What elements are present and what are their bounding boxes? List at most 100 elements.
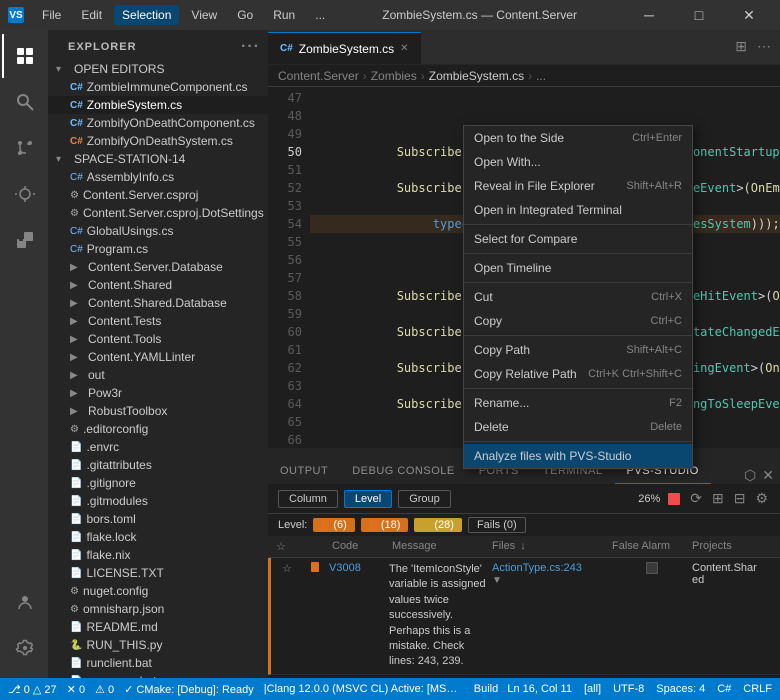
open-editor-zombie-system[interactable]: C# ZombieSystem.cs [48, 96, 268, 114]
breadcrumb-content-server[interactable]: Content.Server [278, 69, 359, 83]
col-files-header[interactable]: Files ↓ [492, 540, 612, 553]
tree-nuget[interactable]: ⚙ nuget.config [48, 582, 268, 600]
ctx-open-timeline[interactable]: Open Timeline [464, 256, 692, 280]
ctx-rename[interactable]: Rename... F2 [464, 391, 692, 415]
menu-edit[interactable]: Edit [73, 5, 110, 25]
pvs-badge-1[interactable]: (6) [313, 518, 354, 532]
ctx-open-terminal[interactable]: Open in Integrated Terminal [464, 198, 692, 222]
ctx-select-compare[interactable]: Select for Compare [464, 227, 692, 251]
breadcrumb-zombies[interactable]: Zombies [371, 69, 417, 83]
split-editor-icon[interactable]: ⊞ [732, 36, 750, 57]
tree-pow3r[interactable]: ▶ Pow3r [48, 384, 268, 402]
status-branch[interactable]: ⎇ 0 △ 27 [8, 683, 57, 696]
more-actions-icon[interactable]: ⋯ [754, 36, 774, 57]
tree-license[interactable]: 📄 LICENSE.TXT [48, 564, 268, 582]
menu-go[interactable]: Go [229, 5, 261, 25]
pvs-settings-icon[interactable]: ⚙ [753, 488, 770, 509]
pvs-action-2[interactable]: ⊞ [710, 488, 726, 509]
breadcrumb-file[interactable]: ZombieSystem.cs [429, 69, 524, 83]
tab-zombie-system[interactable]: C# ZombieSystem.cs ✕ [268, 32, 421, 64]
tree-gitmodules[interactable]: 📄 .gitmodules [48, 492, 268, 510]
tree-run-this[interactable]: 🐍 RUN_THIS.py [48, 636, 268, 654]
tree-flake-nix[interactable]: 📄 flake.nix [48, 546, 268, 564]
pvs-table[interactable]: ☆ Code Message Files ↓ False Alarm Proje… [268, 536, 780, 678]
pvs-group-button[interactable]: Group [398, 490, 451, 508]
menu-view[interactable]: View [183, 5, 225, 25]
status-spaces[interactable]: Spaces: 4 [656, 683, 705, 695]
tree-flake-lock[interactable]: 📄 flake.lock [48, 528, 268, 546]
activity-source-control[interactable] [2, 126, 46, 170]
activity-accounts[interactable] [2, 580, 46, 624]
maximize-button[interactable]: □ [676, 0, 722, 30]
status-all[interactable]: [all] [584, 683, 601, 695]
code-cell[interactable]: V3008 [329, 562, 389, 574]
tree-gitattributes[interactable]: 📄 .gitattributes [48, 456, 268, 474]
menu-selection[interactable]: Selection [114, 5, 179, 25]
file-cell[interactable]: ActionType.cs:243▼ [492, 562, 612, 586]
status-eol[interactable]: CRLF [743, 683, 772, 695]
ctx-analyze-pvs[interactable]: Analyze files with PVS-Studio [464, 444, 692, 468]
panel-maximize-icon[interactable]: ⬡ [744, 467, 756, 484]
pvs-action-1[interactable]: ⟳ [688, 488, 704, 509]
ctx-open-side[interactable]: Open to the Side Ctrl+Enter [464, 126, 692, 150]
pvs-table-row[interactable]: ☆ V3011 It is odd that the body of 'CanS… [268, 675, 780, 678]
tree-program[interactable]: C# Program.cs [48, 240, 268, 258]
ctx-open-with[interactable]: Open With... [464, 150, 692, 174]
pvs-column-button[interactable]: Column [278, 490, 338, 508]
star-cell[interactable]: ☆ [273, 562, 301, 575]
pvs-fails-button[interactable]: Fails (0) [468, 517, 526, 533]
breadcrumb-more[interactable]: ... [536, 69, 546, 83]
pvs-table-row[interactable]: ☆ V3008 The 'ItemIconStyle' variable is … [268, 558, 780, 675]
status-ln-col[interactable]: Ln 16, Col 11 [507, 683, 572, 695]
activity-explorer[interactable] [2, 34, 46, 78]
tree-assemblyinfo[interactable]: C# AssemblyInfo.cs [48, 168, 268, 186]
activity-extensions[interactable] [2, 218, 46, 262]
activity-debug[interactable] [2, 172, 46, 216]
menu-run[interactable]: Run [265, 5, 303, 25]
tree-omnisharp[interactable]: ⚙ omnisharp.json [48, 600, 268, 618]
status-encoding[interactable]: UTF-8 [613, 683, 644, 695]
explorer-more-button[interactable]: ··· [241, 38, 260, 56]
tree-server-database[interactable]: ▶ Content.Server.Database [48, 258, 268, 276]
status-warnings[interactable]: ⚠ 0 [95, 683, 114, 696]
pvs-stop-icon[interactable] [668, 493, 680, 505]
close-button[interactable]: ✕ [726, 0, 772, 30]
open-editor-zombify-death-sys[interactable]: C# ZombifyOnDeathSystem.cs [48, 132, 268, 150]
tree-tools[interactable]: ▶ Content.Tools [48, 330, 268, 348]
false-alarm-cell[interactable] [612, 562, 692, 574]
tree-gitignore[interactable]: 📄 .gitignore [48, 474, 268, 492]
status-cmake[interactable]: ✓ CMake: [Debug]: Ready [124, 683, 254, 696]
ctx-cut[interactable]: Cut Ctrl+X [464, 285, 692, 309]
menu-file[interactable]: File [34, 5, 69, 25]
tab-close-button[interactable]: ✕ [400, 43, 408, 54]
ss14-group[interactable]: ▾ SPACE-STATION-14 [48, 150, 268, 168]
status-lang[interactable]: C# [717, 683, 731, 695]
tree-csproj[interactable]: ⚙ Content.Server.csproj [48, 186, 268, 204]
ctx-copy-relative-path[interactable]: Copy Relative Path Ctrl+K Ctrl+Shift+C [464, 362, 692, 386]
ctx-copy[interactable]: Copy Ctrl+C [464, 309, 692, 333]
tree-globalusings[interactable]: C# GlobalUsings.cs [48, 222, 268, 240]
ctx-reveal-explorer[interactable]: Reveal in File Explorer Shift+Alt+R [464, 174, 692, 198]
tree-out[interactable]: ▶ out [48, 366, 268, 384]
panel-tab-debug[interactable]: DEBUG CONSOLE [340, 459, 466, 484]
menu-more[interactable]: ... [307, 5, 333, 25]
tree-editorconfig[interactable]: ⚙ .editorconfig [48, 420, 268, 438]
pvs-badge-3[interactable]: (28) [414, 518, 462, 532]
status-clang[interactable]: |Clang 12.0.0 (MSVC CL) Active: [MSVC CL… [264, 683, 464, 695]
pvs-badge-2[interactable]: (18) [361, 518, 409, 532]
activity-search[interactable] [2, 80, 46, 124]
status-errors[interactable]: ✕ 0 [67, 683, 85, 696]
open-editor-zombie-immune[interactable]: C# ZombieImmuneComponent.cs [48, 78, 268, 96]
tree-shared-database[interactable]: ▶ Content.Shared.Database [48, 294, 268, 312]
tree-csproj-dotsettings[interactable]: ⚙ Content.Server.csproj.DotSettings [48, 204, 268, 222]
minimize-button[interactable]: ─ [626, 0, 672, 30]
status-build[interactable]: Build [474, 683, 498, 695]
tree-tests[interactable]: ▶ Content.Tests [48, 312, 268, 330]
tree-envrc[interactable]: 📄 .envrc [48, 438, 268, 456]
pvs-action-3[interactable]: ⊟ [732, 488, 748, 509]
ctx-copy-path[interactable]: Copy Path Shift+Alt+C [464, 338, 692, 362]
panel-close-icon[interactable]: ✕ [762, 467, 774, 484]
tree-runserver[interactable]: 📄 runserver.bat [48, 672, 268, 678]
checkbox-cell[interactable] [301, 562, 329, 572]
panel-tab-output[interactable]: OUTPUT [268, 459, 340, 484]
